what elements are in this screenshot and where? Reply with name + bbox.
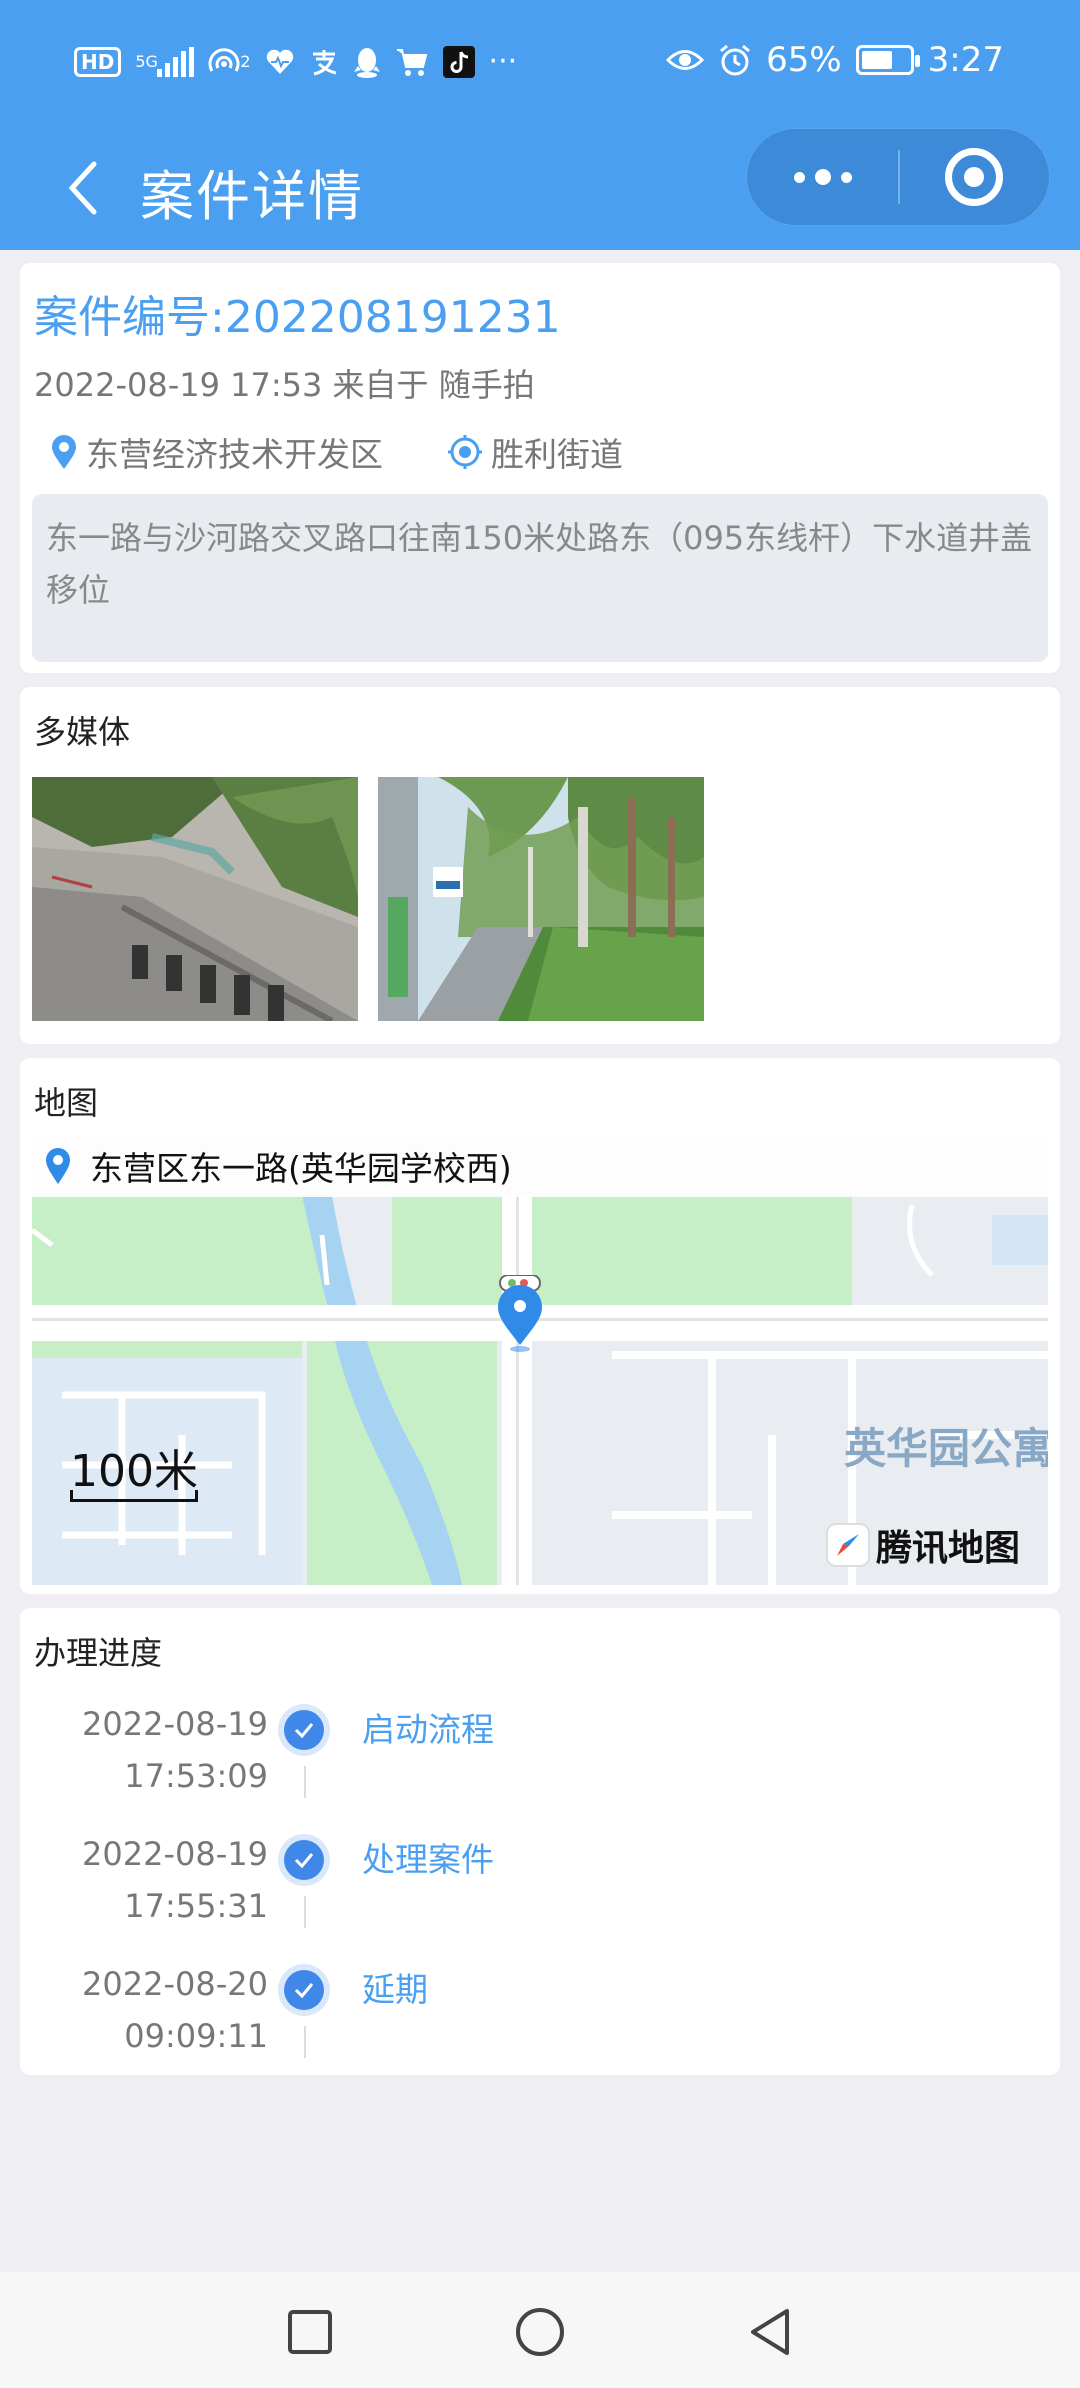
qq-penguin-icon	[353, 46, 381, 78]
triangle-back-icon	[751, 2309, 789, 2355]
circle-icon	[516, 2308, 564, 2356]
timeline-step: 2022-08-19 17:53:09 启动流程	[20, 1698, 1060, 1828]
street-label: 胜利街道	[491, 435, 623, 474]
case-meta: 2022-08-19 17:53 来自于 随手拍	[34, 366, 535, 404]
district-tag: 东营经济技术开发区	[50, 428, 383, 476]
step-datetime: 2022-08-20 09:09:11	[82, 1958, 268, 2062]
battery-percent: 65%	[766, 40, 842, 80]
health-heart-icon	[265, 48, 295, 76]
street-tag: 胜利街道	[447, 428, 623, 476]
home-button[interactable]	[510, 2302, 570, 2362]
step-label[interactable]: 处理案件	[362, 1834, 494, 1886]
more-options-button[interactable]	[747, 128, 898, 226]
map-address-bar: 东营区东一路(英华园学校西)	[32, 1135, 1048, 1197]
multimedia-title: 多媒体	[34, 713, 131, 751]
tencent-map-logo-icon	[825, 1523, 870, 1567]
check-circle-icon	[278, 1964, 330, 2016]
district-label: 东营经济技术开发区	[86, 435, 383, 474]
battery-fill	[861, 51, 892, 69]
tiktok-icon	[442, 45, 475, 78]
media-thumbnail-2[interactable]	[378, 777, 704, 1021]
map-scale-bar	[70, 1490, 198, 1502]
app-header-area: HD 5G 2 ··· 65% 3:27 案件详情	[0, 0, 1080, 250]
battery-icon	[855, 45, 920, 75]
step-datetime: 2022-08-19 17:53:09	[82, 1698, 268, 1802]
map-place-label: 英华园公寓	[844, 1424, 1048, 1473]
signal-icon: 5G	[135, 46, 195, 77]
signal-type-label: 5G	[135, 51, 158, 71]
step-time: 17:53:09	[124, 1757, 268, 1795]
check-circle-icon	[278, 1834, 330, 1886]
step-time: 17:55:31	[124, 1887, 268, 1925]
back-button[interactable]	[44, 148, 124, 228]
clock: 3:27	[927, 40, 1004, 80]
page-title: 案件详情	[140, 165, 364, 228]
map-marker-pin-icon	[498, 1274, 542, 1352]
chevron-left-icon	[68, 161, 97, 215]
recent-apps-button[interactable]	[280, 2302, 340, 2362]
check-circle-icon	[278, 1704, 330, 1756]
map-marker[interactable]	[492, 1274, 548, 1355]
timeline-step: 2022-08-19 17:55:31 处理案件	[20, 1828, 1060, 1958]
target-circle-icon	[945, 148, 1004, 206]
media-thumbnail-1[interactable]	[32, 777, 358, 1021]
step-time: 09:09:11	[124, 2017, 268, 2055]
map-watermark-label: 腾讯地图	[875, 1528, 1020, 1569]
status-left-icons: HD 5G 2 ···	[74, 44, 517, 79]
progress-title: 办理进度	[34, 1634, 163, 1672]
back-nav-button[interactable]	[740, 2302, 800, 2362]
locate-target-icon	[448, 435, 482, 469]
map-address-label: 东营区东一路(英华园学校西)	[90, 1149, 512, 1188]
map-title: 地图	[34, 1084, 99, 1122]
map-view[interactable]: 东营区东一路(英华园学校西) 英华园公寓 100米 腾讯地图	[32, 1135, 1048, 1585]
hotspot-icon: 2	[208, 47, 251, 77]
hd-badge: HD	[74, 46, 122, 77]
close-miniprogram-button[interactable]	[900, 128, 1049, 226]
step-date: 2022-08-19	[82, 1835, 268, 1873]
step-date: 2022-08-20	[82, 1965, 268, 2003]
alarm-icon	[718, 43, 752, 77]
case-description: 东一路与沙河路交叉路口往南150米处路东（095东线杆）下水道井盖移位	[32, 494, 1048, 662]
square-icon	[288, 2310, 332, 2354]
step-datetime: 2022-08-19 17:55:31	[82, 1828, 268, 1932]
map-card: 地图 东营区东一路(英华园学校西) 英华园公寓 100米 腾讯地图	[20, 1058, 1060, 1594]
timeline-step: 2022-08-20 09:09:11 延期	[20, 1958, 1060, 2088]
nav-header: 案件详情	[0, 128, 1080, 250]
timeline-connector	[304, 1896, 306, 1928]
map-provider-watermark: 腾讯地图	[825, 1519, 1020, 1571]
eye-comfort-icon	[666, 47, 705, 73]
map-tiles	[32, 1135, 1048, 1585]
system-nav-bar	[0, 2272, 1080, 2388]
progress-card: 办理进度 2022-08-19 17:53:09 启动流程 2022-08-19…	[20, 1608, 1060, 2075]
case-number: 案件编号:202208191231	[34, 292, 561, 343]
multimedia-card: 多媒体	[20, 687, 1060, 1044]
step-label[interactable]: 延期	[362, 1964, 428, 2016]
step-label[interactable]: 启动流程	[362, 1704, 494, 1756]
timeline-connector	[304, 2026, 306, 2058]
shopping-cart-icon	[395, 47, 429, 77]
location-pin-icon	[52, 435, 76, 469]
hotspot-count: 2	[240, 52, 251, 71]
miniprogram-capsule	[746, 128, 1050, 226]
more-notifications-indicator: ···	[488, 44, 518, 79]
timeline-connector	[304, 1766, 306, 1798]
location-pin-icon	[46, 1148, 70, 1184]
status-right-icons: 65% 3:27	[666, 40, 1004, 80]
alipay-icon	[309, 47, 339, 77]
location-tags: 东营经济技术开发区 胜利街道	[50, 428, 687, 476]
case-info-card: 案件编号:202208191231 2022-08-19 17:53 来自于 随…	[20, 263, 1060, 673]
status-bar: HD 5G 2 ··· 65% 3:27	[0, 0, 1080, 128]
step-date: 2022-08-19	[82, 1705, 268, 1743]
